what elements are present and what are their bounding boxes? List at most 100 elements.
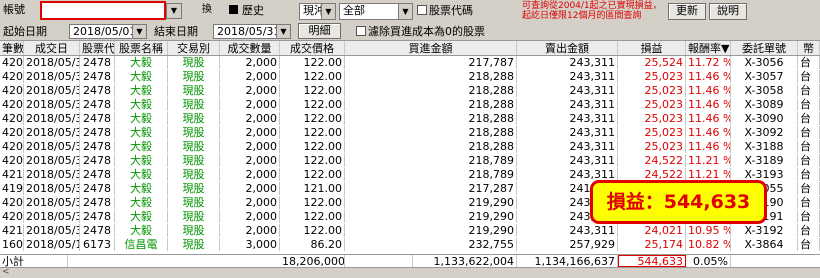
cell-profit: 25,174 xyxy=(618,238,686,251)
table-row[interactable]: 42012018/05/312478大毅現股2,000122.00218,288… xyxy=(0,70,820,83)
start-date-value: 2018/05/01 xyxy=(73,25,137,38)
cell-currency: 台 xyxy=(798,126,820,139)
profit-callout: 損益：544,633 xyxy=(590,180,767,224)
end-date-select[interactable]: 2018/05/31 ▼ xyxy=(213,24,291,39)
cell-return-rate: 11.46 % xyxy=(688,140,731,153)
cell-return-rate: 11.21 % xyxy=(688,154,731,167)
chevron-down-icon: ▼ xyxy=(276,25,290,38)
cell-buy-amount: 219,290 xyxy=(345,196,517,209)
cell-quantity: 2,000 xyxy=(220,112,280,125)
cell-price: 121.00 xyxy=(280,182,345,195)
table-row[interactable]: 42042018/05/312478大毅現股2,000122.00218,288… xyxy=(0,112,820,125)
start-date-label: 起始日期 xyxy=(3,25,47,38)
cell-currency: 台 xyxy=(798,224,820,237)
cell-trade-date: 2018/05/31 xyxy=(24,210,80,223)
cell-order-number: X-3188 xyxy=(731,140,798,153)
cell-stock-code: 6173 xyxy=(80,238,115,251)
help-button[interactable]: 說明 xyxy=(709,3,747,20)
header-count[interactable]: 筆數 xyxy=(0,41,24,55)
filter-zero-cost-option[interactable]: 濾除買進成本為0的股票 xyxy=(356,25,485,39)
cell-trade-type: 現股 xyxy=(168,154,220,167)
cell-trade-date: 2018/05/31 xyxy=(24,84,80,97)
account-dropdown-toggle[interactable]: ▼ xyxy=(166,3,182,19)
cell-trade-date: 2018/05/31 xyxy=(24,56,80,69)
header-stock-name[interactable]: 股票名稱 xyxy=(115,41,168,55)
table-row[interactable]: 42022018/05/312478大毅現股2,000122.00218,288… xyxy=(0,84,820,97)
cell-order-number: X-3057 xyxy=(731,70,798,83)
cell-trade-date: 2018/05/31 xyxy=(24,168,80,181)
cell-buy-amount: 232,755 xyxy=(345,238,517,251)
end-date-value: 2018/05/31 xyxy=(217,25,281,38)
cell-count: 4200 xyxy=(2,56,24,69)
history-check-icon xyxy=(229,5,238,14)
account-input[interactable] xyxy=(40,1,166,20)
cell-order-number: X-3864 xyxy=(731,238,798,251)
cell-currency: 台 xyxy=(798,70,820,83)
cell-order-number: X-3058 xyxy=(731,84,798,97)
header-sell-amount[interactable]: 賣出金額 xyxy=(517,41,618,55)
table-row[interactable]: 42052018/05/312478大毅現股2,000122.00218,288… xyxy=(0,126,820,139)
cell-price: 122.00 xyxy=(280,168,345,181)
cell-count: 4205 xyxy=(2,126,24,139)
header-price[interactable]: 成交價格 xyxy=(280,41,345,55)
cell-buy-amount: 219,290 xyxy=(345,224,517,237)
table-row[interactable]: 42072018/05/312478大毅現股2,000122.00218,789… xyxy=(0,154,820,167)
header-return-rate[interactable]: 報酬率▼ xyxy=(686,41,731,55)
cell-stock-name: 大毅 xyxy=(115,56,168,69)
header-currency[interactable]: 幣 xyxy=(798,41,820,55)
table-row[interactable]: 42002018/05/312478大毅現股2,000122.00217,787… xyxy=(0,56,820,69)
cell-trade-date: 2018/05/11 xyxy=(24,238,80,251)
cell-buy-amount: 218,789 xyxy=(345,154,517,167)
header-profit[interactable]: 損益 xyxy=(618,41,686,55)
table-row[interactable]: 42102018/05/312478大毅現股2,000122.00219,290… xyxy=(0,224,820,237)
cell-quantity: 2,000 xyxy=(220,56,280,69)
header-trade-date[interactable]: 成交日 xyxy=(24,41,80,55)
account-switch-button[interactable]: 換 xyxy=(200,4,214,18)
table-row[interactable]: 42032018/05/312478大毅現股2,000122.00218,288… xyxy=(0,98,820,111)
cell-currency: 台 xyxy=(798,154,820,167)
scroll-left-icon[interactable]: < xyxy=(2,267,10,277)
horizontal-scrollbar[interactable]: < xyxy=(0,267,820,278)
cell-trade-type: 現股 xyxy=(168,224,220,237)
cell-price: 122.00 xyxy=(280,70,345,83)
header-quantity[interactable]: 成交數量 xyxy=(220,41,280,55)
summary-quantity: 18,206,000 xyxy=(282,255,345,267)
table-header: 筆數成交日股票代碼股票名稱交易別成交數量成交價格買進金額賣出金額損益報酬率▼委託… xyxy=(0,41,820,56)
stock-code-filter[interactable]: 股票代碼 xyxy=(417,4,473,18)
cell-price: 122.00 xyxy=(280,196,345,209)
header-stock-code[interactable]: 股票代碼 xyxy=(80,41,115,55)
cell-return-rate: 11.46 % xyxy=(688,84,731,97)
cell-stock-name: 大毅 xyxy=(115,210,168,223)
cell-count: 4202 xyxy=(2,84,24,97)
chevron-down-icon: ▼ xyxy=(321,4,335,19)
history-option[interactable]: 歷史 xyxy=(229,4,264,18)
cell-currency: 台 xyxy=(798,182,820,195)
cell-trade-type: 現股 xyxy=(168,210,220,223)
scope-select[interactable]: 全部 ▼ xyxy=(339,3,413,20)
cell-stock-code: 2478 xyxy=(80,196,115,209)
cell-return-rate: 11.46 % xyxy=(688,98,731,111)
header-buy-amount[interactable]: 買進金額 xyxy=(345,41,517,55)
cell-stock-code: 2478 xyxy=(80,154,115,167)
table-row[interactable]: 42062018/05/312478大毅現股2,000122.00218,288… xyxy=(0,140,820,153)
cell-stock-name: 大毅 xyxy=(115,140,168,153)
cell-buy-amount: 218,288 xyxy=(345,126,517,139)
start-date-select[interactable]: 2018/05/01 ▼ xyxy=(69,24,147,39)
cell-currency: 台 xyxy=(798,98,820,111)
trade-type-select[interactable]: 現沖 ▼ xyxy=(299,3,336,20)
detail-button[interactable]: 明細 xyxy=(298,23,341,39)
header-order-number[interactable]: 委託單號 xyxy=(731,41,798,55)
cell-sell-amount: 243,311 xyxy=(517,140,618,153)
cell-sell-amount: 243,311 xyxy=(517,154,618,167)
header-trade-type[interactable]: 交易別 xyxy=(168,41,220,55)
cell-currency: 台 xyxy=(798,56,820,69)
cell-stock-name: 大毅 xyxy=(115,84,168,97)
table-row[interactable]: 16052018/05/116173信昌電現股3,00086.20232,755… xyxy=(0,238,820,251)
cell-profit: 25,023 xyxy=(618,112,686,125)
update-button[interactable]: 更新 xyxy=(668,3,706,20)
cell-count: 1605 xyxy=(2,238,24,251)
cell-stock-name: 信昌電 xyxy=(115,238,168,251)
cell-count: 4209 xyxy=(2,210,24,223)
cell-buy-amount: 217,287 xyxy=(345,182,517,195)
cell-stock-name: 大毅 xyxy=(115,196,168,209)
